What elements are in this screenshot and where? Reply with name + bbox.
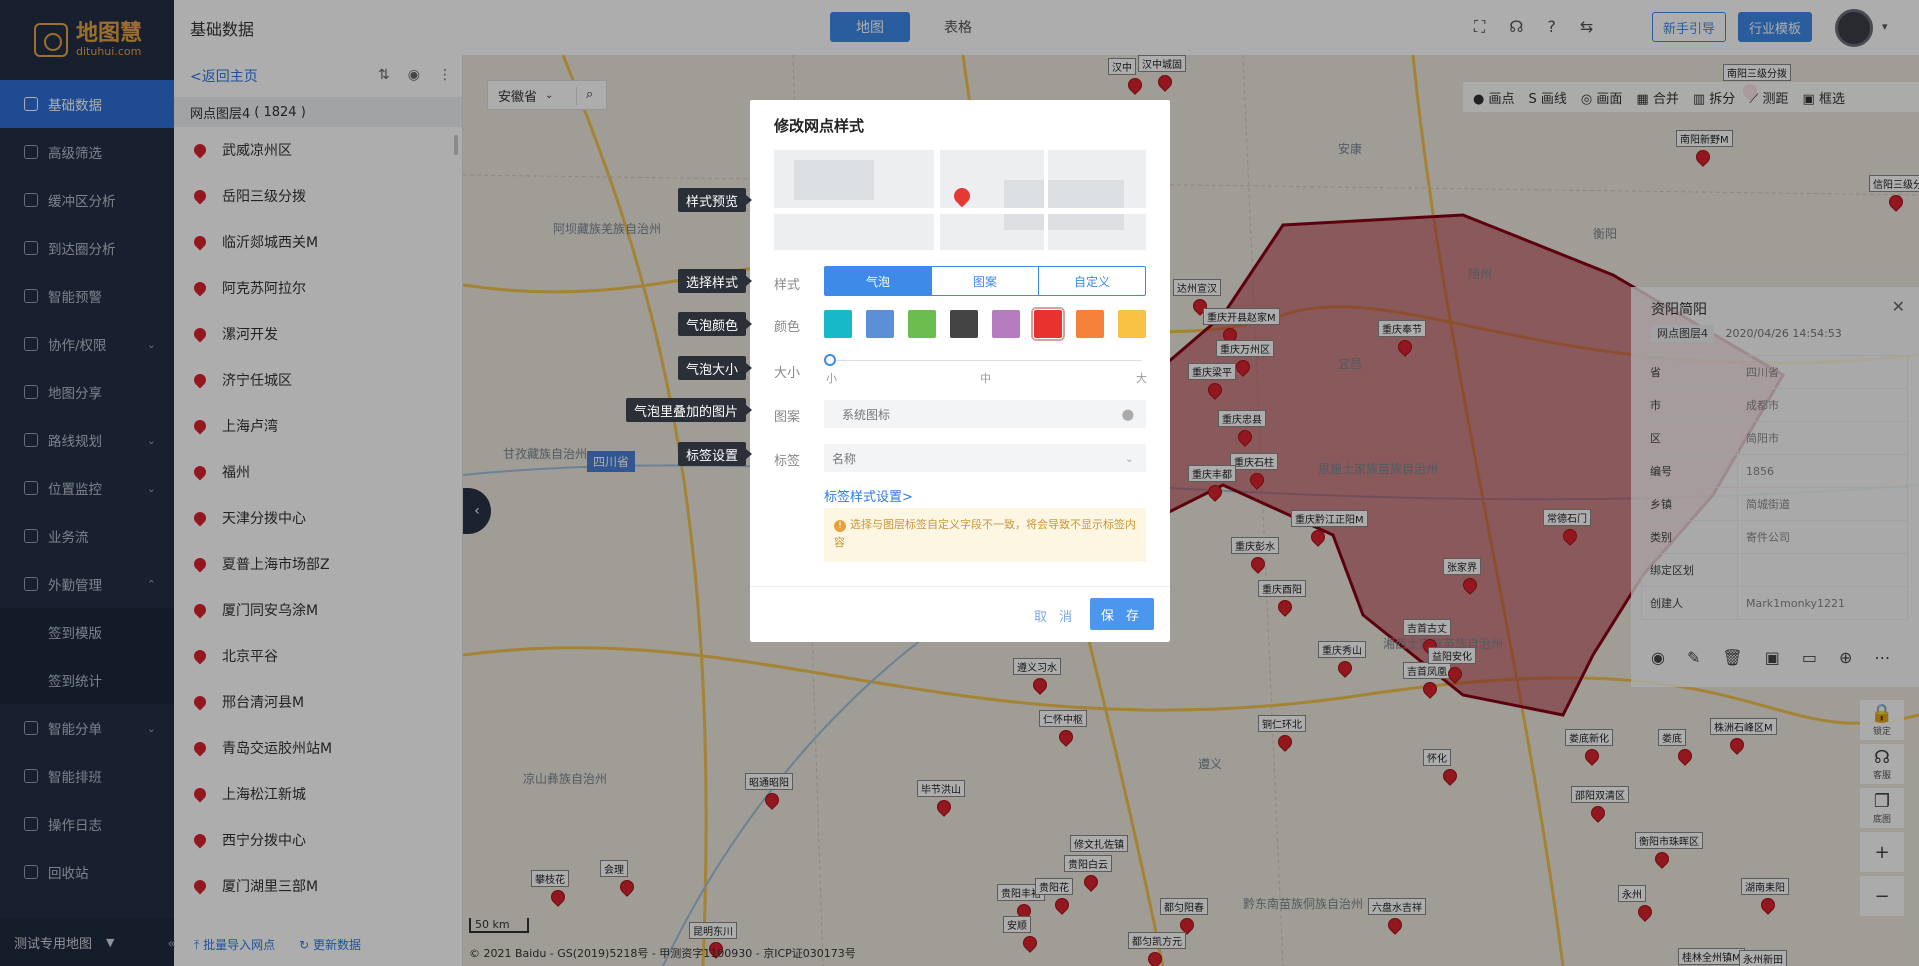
tag-select[interactable]: 名称 ⌄ [824, 444, 1146, 472]
tag-select-value: 名称 [832, 451, 857, 466]
color-label: 颜色 [774, 320, 801, 335]
color-swatch[interactable] [1076, 310, 1104, 338]
tip-bubble-color: 气泡颜色 [677, 312, 753, 336]
dialog-divider [750, 586, 1170, 587]
preview-road [934, 150, 940, 250]
size-mark-small: 小 [826, 372, 837, 385]
color-swatch[interactable] [1031, 307, 1065, 341]
style-label: 样式 [774, 278, 801, 293]
preview-pin-icon [950, 184, 974, 208]
color-swatch[interactable] [908, 310, 936, 338]
size-slider-handle[interactable] [824, 354, 836, 366]
icon-label: 图案 [774, 410, 801, 425]
size-mark-large: 大 [1136, 372, 1147, 385]
icon-select[interactable]: 系统图标 ⬤ [824, 400, 1146, 428]
chevron-down-icon: ⌄ [1124, 451, 1134, 465]
warning-text: 选择与图层标签自定义字段不一致，将会导致不显示标签内容 [834, 518, 1136, 549]
info-icon: ! [834, 520, 846, 532]
preview-block [794, 160, 874, 200]
tag-label: 标签 [774, 454, 801, 469]
size-mark-medium: 中 [980, 372, 991, 385]
style-tab-pattern[interactable]: 图案 [932, 267, 1039, 295]
preview-road [1044, 150, 1048, 250]
style-preview [774, 150, 1146, 250]
warning-box: ! 选择与图层标签自定义字段不一致，将会导致不显示标签内容 [824, 508, 1146, 562]
color-swatch[interactable] [950, 310, 978, 338]
style-tabs: 气泡 图案 自定义 [824, 266, 1146, 296]
edit-point-style-dialog: 修改网点样式 样式 气泡 图案 自定义 颜色 大小 小 中 大 图案 系统图标 … [750, 100, 1170, 642]
dialog-title: 修改网点样式 [774, 117, 865, 135]
size-label: 大小 [774, 366, 801, 381]
color-swatch[interactable] [824, 310, 852, 338]
cancel-button[interactable]: 取 消 [1034, 606, 1076, 625]
color-swatch[interactable] [992, 310, 1020, 338]
color-swatches [824, 307, 1146, 341]
color-swatch[interactable] [1118, 310, 1146, 338]
style-tab-bubble[interactable]: 气泡 [825, 267, 932, 295]
preview-block [1004, 180, 1124, 230]
tip-bubble-image: 气泡里叠加的图片 [625, 398, 753, 422]
save-button[interactable]: 保 存 [1090, 598, 1154, 630]
color-swatch[interactable] [866, 310, 894, 338]
tip-tag-settings: 标签设置 [677, 442, 753, 466]
tip-bubble-size: 气泡大小 [677, 356, 753, 380]
tag-style-settings-link[interactable]: 标签样式设置> [824, 486, 913, 505]
size-slider-track[interactable] [830, 360, 1142, 361]
app: 地图慧 dituhui.com 基础数据 高级筛选 缓冲区分析 到达圈分析 智能预警 协作… [0, 0, 1919, 966]
preview-road [774, 208, 1146, 214]
style-tab-custom[interactable]: 自定义 [1039, 267, 1145, 295]
tip-style-preview: 样式预览 [677, 188, 753, 212]
icon-select-value: 系统图标 [842, 407, 891, 422]
pin-icon: ⬤ [1121, 407, 1134, 421]
tip-select-style: 选择样式 [677, 269, 753, 293]
